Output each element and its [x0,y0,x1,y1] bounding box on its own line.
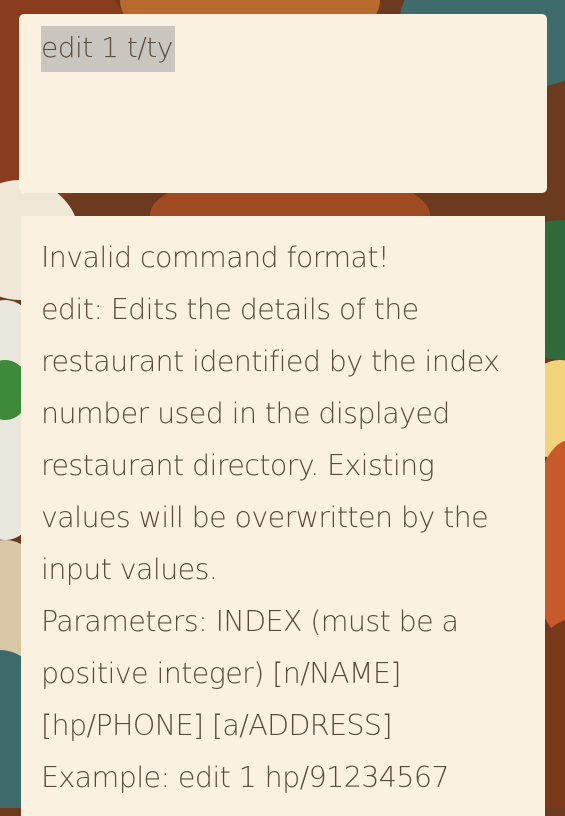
result-line: Invalid command format! [41,241,389,274]
result-line: edit: Edits the details of the [41,293,419,326]
result-line: Parameters: INDEX (must be a [41,605,459,638]
result-line: restaurant directory. Existing [41,449,435,482]
result-line: [hp/PHONE] [a/ADDRESS] [41,709,393,742]
result-line: input values. [41,553,218,586]
result-line: restaurant identified by the index [41,345,500,378]
result-line: number used in the displayed [41,397,450,430]
result-line: Example: edit 1 hp/91234567 [41,761,450,794]
result-text: Invalid command format! edit: Edits the … [41,232,525,804]
result-line: positive integer) [n/NAME] [41,657,401,690]
command-input[interactable]: edit 1 t/ty [41,26,175,72]
result-display: Invalid command format! edit: Edits the … [21,216,545,816]
result-line: values will be overwritten by the [41,501,489,534]
command-box[interactable]: edit 1 t/ty [19,14,547,193]
